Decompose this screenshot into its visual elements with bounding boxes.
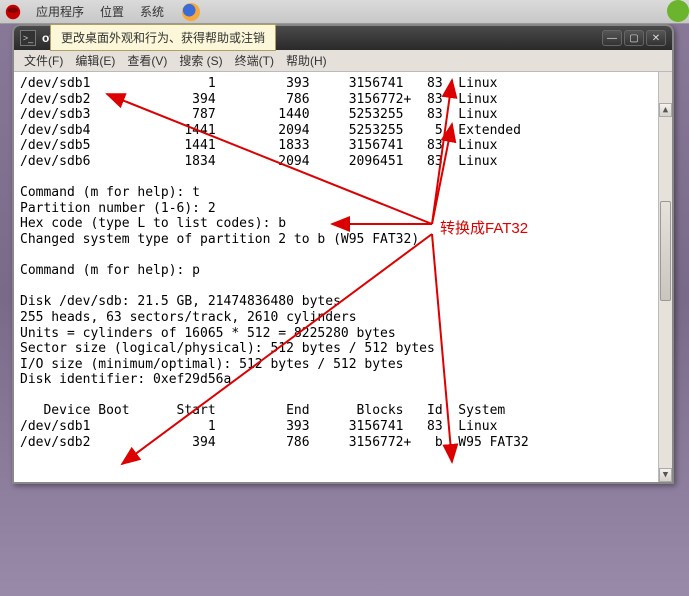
menu-file[interactable]: 文件(F) — [18, 50, 69, 71]
minimize-button[interactable]: — — [602, 30, 622, 46]
terminal-icon: >_ — [20, 30, 36, 46]
panel-menu-applications[interactable]: 应用程序 — [28, 1, 92, 22]
terminal-menubar: 文件(F) 编辑(E) 查看(V) 搜索 (S) 终端(T) 帮助(H) — [14, 50, 672, 72]
distro-logo-icon — [4, 3, 22, 21]
notification-badge-icon — [667, 0, 689, 22]
scroll-down-button[interactable]: ▼ — [659, 468, 672, 482]
menu-help[interactable]: 帮助(H) — [280, 50, 333, 71]
menu-terminal[interactable]: 终端(T) — [229, 50, 280, 71]
system-menu-tooltip: 更改桌面外观和行为、获得帮助或注销 — [50, 24, 276, 51]
scrollbar-thumb[interactable] — [660, 201, 671, 301]
scrollbar-track[interactable] — [659, 86, 672, 468]
terminal-text: /dev/sdb1 1 393 3156741 83 Linux /dev/sd… — [20, 76, 666, 450]
firefox-launcher-icon[interactable] — [182, 3, 200, 21]
desktop-top-panel: 应用程序 位置 系统 — [0, 0, 689, 24]
maximize-button[interactable]: ▢ — [624, 30, 644, 46]
panel-menu-system[interactable]: 系统 — [132, 1, 172, 22]
menu-search[interactable]: 搜索 (S) — [173, 50, 228, 71]
close-button[interactable]: ✕ — [646, 30, 666, 46]
terminal-output[interactable]: /dev/sdb1 1 393 3156741 83 Linux /dev/sd… — [14, 72, 672, 482]
panel-menu-places[interactable]: 位置 — [92, 1, 132, 22]
vertical-scrollbar[interactable]: ▲ ▼ — [658, 72, 672, 482]
menu-edit[interactable]: 编辑(E) — [69, 50, 121, 71]
menu-view[interactable]: 查看(V) — [121, 50, 173, 71]
terminal-window: >_ ot@c6-1:/dev — ▢ ✕ 文件(F) 编辑(E) 查看(V) … — [12, 24, 674, 484]
